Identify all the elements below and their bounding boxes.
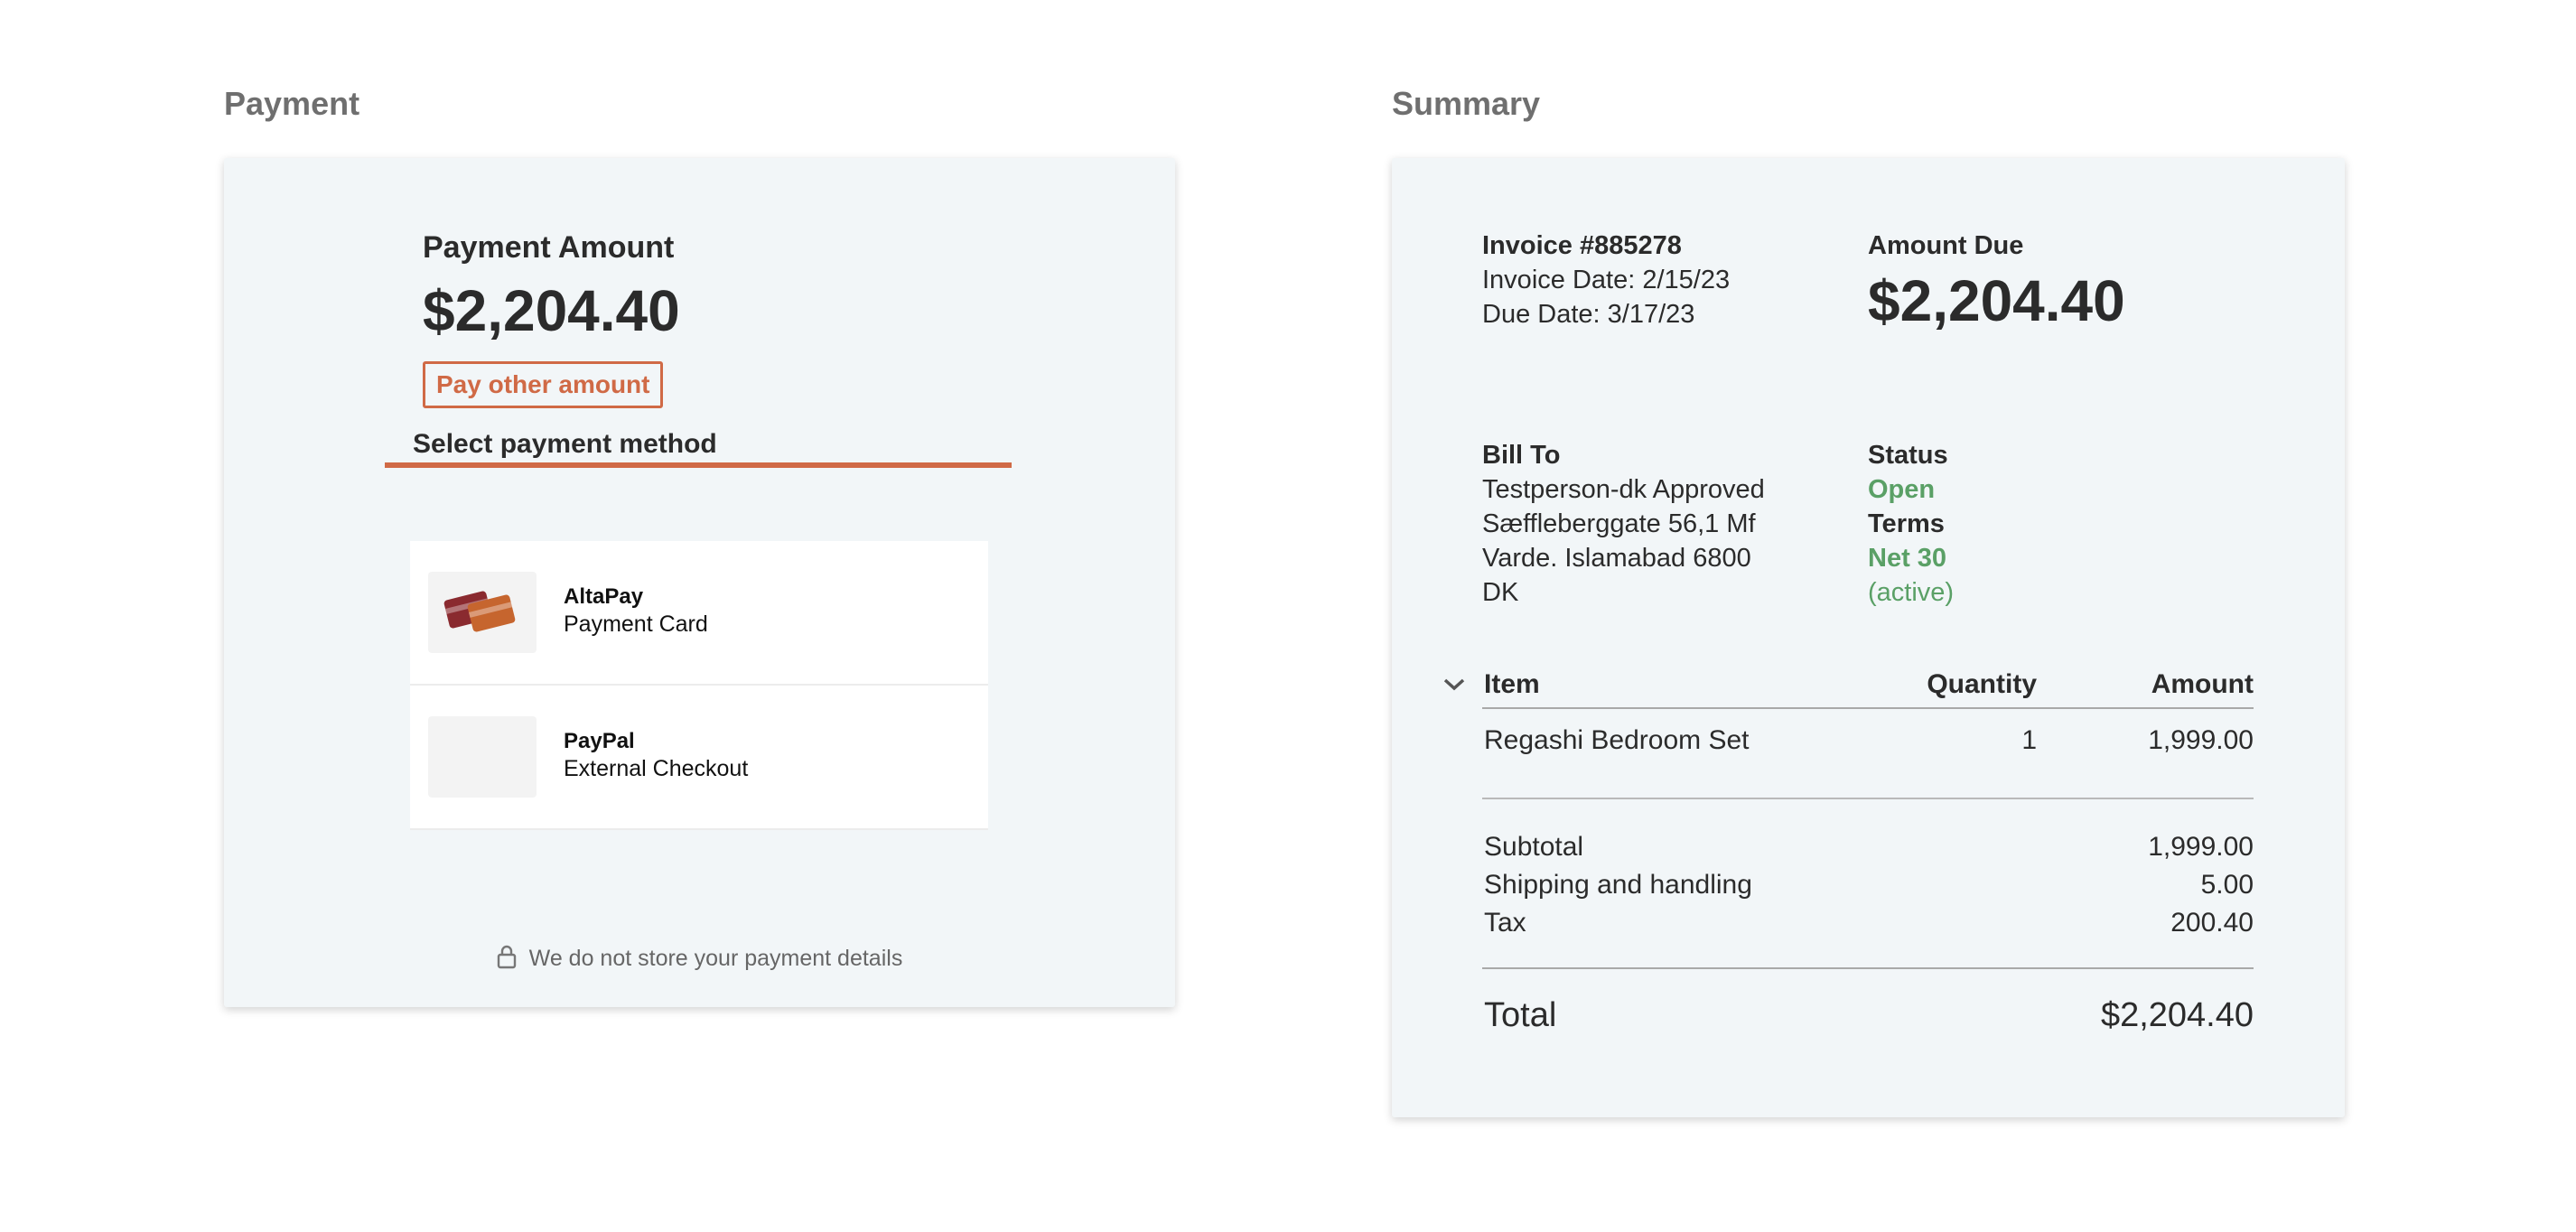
- row-item: Regashi Bedroom Set: [1484, 725, 1750, 755]
- terms-label: Terms: [1868, 509, 1945, 538]
- shipping-value: 5.00: [2200, 870, 2254, 900]
- invoice-number: Invoice #885278: [1482, 231, 1682, 260]
- row-amount: 1,999.00: [2148, 725, 2254, 755]
- totals-divider: [1482, 967, 2254, 969]
- payment-card: Payment Amount $2,204.40 Pay other amoun…: [224, 158, 1175, 1007]
- summary-card: Invoice #885278 Invoice Date: 2/15/23 Du…: [1392, 158, 2345, 1117]
- bill-to: Bill To Testperson-dk Approved Sæffleber…: [1482, 438, 1765, 610]
- terms-value: Net 30: [1868, 544, 1947, 573]
- method-type-label: External Checkout: [564, 756, 749, 781]
- pay-other-amount-button[interactable]: Pay other amount: [423, 361, 664, 408]
- invoice-info: Invoice #885278 Invoice Date: 2/15/23 Du…: [1482, 229, 1730, 331]
- summary-section-title: Summary: [1392, 85, 1541, 122]
- tax-label: Tax: [1484, 908, 1526, 938]
- grand-total-label: Total: [1484, 996, 1557, 1034]
- paypal-icon: [428, 716, 537, 798]
- amount-due: Amount Due $2,204.40: [1868, 229, 2125, 337]
- payment-method-list: AltaPay Payment Card PayPal External Che…: [410, 541, 988, 830]
- table-row: Regashi Bedroom Set 1 1,999.00: [1482, 725, 2254, 799]
- row-quantity: 1: [2021, 725, 2037, 755]
- method-type-label: Payment Card: [564, 611, 708, 637]
- bill-to-line: Varde. Islamabad 6800: [1482, 544, 1751, 573]
- header-amount: Amount: [2151, 669, 2254, 699]
- subtotal-label: Subtotal: [1484, 832, 1584, 862]
- subtotal-value: 1,999.00: [2148, 832, 2254, 862]
- select-payment-method-label: Select payment method: [413, 429, 717, 459]
- status-terms: Status Open Terms Net 30 (active): [1868, 438, 1954, 610]
- invoice-date: Invoice Date: 2/15/23: [1482, 266, 1731, 294]
- payment-amount-label: Payment Amount: [423, 230, 675, 265]
- chevron-down-icon[interactable]: [1442, 677, 1466, 697]
- secure-note-text: We do not store your payment details: [528, 946, 903, 972]
- amount-due-label: Amount Due: [1868, 231, 2024, 260]
- credit-card-icon: [428, 572, 537, 653]
- shipping-label: Shipping and handling: [1484, 870, 1752, 900]
- shipping-row: Shipping and handling 5.00: [1482, 866, 2254, 904]
- tax-row: Tax 200.40: [1482, 904, 2254, 942]
- bill-to-line: DK: [1482, 578, 1519, 607]
- bill-to-label: Bill To: [1482, 441, 1561, 470]
- grand-total-value: $2,204.40: [2100, 996, 2254, 1034]
- lock-icon: [497, 944, 517, 975]
- terms-state: (active): [1868, 578, 1955, 607]
- payment-amount-value: $2,204.40: [423, 278, 680, 343]
- payment-method-paypal[interactable]: PayPal External Checkout: [410, 686, 988, 830]
- header-quantity: Quantity: [1927, 669, 2037, 699]
- tax-value: 200.40: [2170, 908, 2254, 938]
- totals-list: Subtotal 1,999.00 Shipping and handling …: [1482, 828, 2254, 942]
- due-date: Due Date: 3/17/23: [1482, 300, 1695, 329]
- bill-to-line: Sæffleberggate 56,1 Mf: [1482, 509, 1756, 538]
- method-provider-label: AltaPay: [564, 584, 644, 609]
- amount-due-value: $2,204.40: [1868, 268, 2125, 333]
- select-method-underline: [385, 462, 1012, 468]
- subtotal-row: Subtotal 1,999.00: [1482, 828, 2254, 866]
- status-badge: Open: [1868, 475, 1936, 504]
- status-label: Status: [1868, 441, 1948, 470]
- bill-to-line: Testperson-dk Approved: [1482, 475, 1765, 504]
- method-provider-label: PayPal: [564, 729, 635, 753]
- secure-note: We do not store your payment details: [224, 944, 1175, 975]
- payment-method-altapay[interactable]: AltaPay Payment Card: [410, 541, 988, 686]
- items-table-header: Item Quantity Amount: [1482, 669, 2254, 709]
- header-item: Item: [1484, 669, 1540, 699]
- payment-section-title: Payment: [224, 85, 360, 122]
